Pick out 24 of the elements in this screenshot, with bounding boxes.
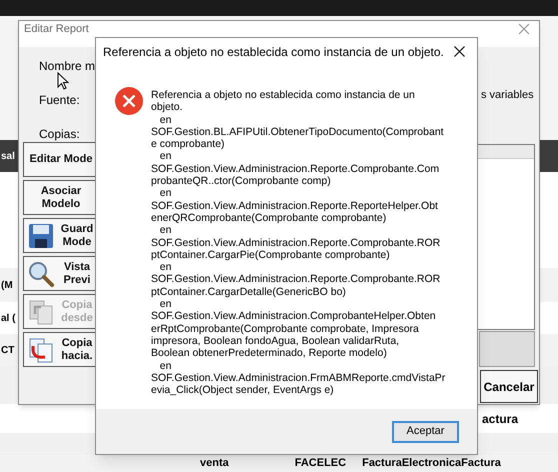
field-label: Copias: [39,126,80,143]
field-label: Nombre m [39,58,96,75]
field-label: s variables [481,88,534,103]
table-cell-text: actura [482,410,518,428]
table-cell-text: FacturaElectronicaFactura [362,456,501,472]
table-cell-text: al ( [1,312,16,326]
copy-pages-icon [27,336,55,364]
cursor-icon [57,72,69,90]
list-footer-panel [479,331,535,367]
table-cell-text: (M [1,278,13,292]
field-label: Fuente: [39,92,80,109]
dialog-title: Referencia a objeto no establecida como instancia de un objeto. [103,44,444,60]
accept-button[interactable]: Aceptar [392,420,459,442]
cancel-button[interactable]: Cancelar [480,370,538,403]
window-title: Editar Report [24,23,89,35]
copy-pages-icon [27,298,55,326]
header-cell-text: sal [1,150,15,164]
table-cell-text: FACELEC [294,456,346,472]
error-icon [115,87,143,115]
magnifier-icon [27,260,55,288]
table-cell-text: venta [200,456,229,472]
table-cell-text: CT [1,344,14,358]
close-icon[interactable] [454,46,465,57]
error-message: Referencia a objeto no establecida como instancia de un objeto. en SOF.Gestion.BL.AFIPUtil.ObtenerTipoDocumento(Comprobant e comprobante) en SOF.Gestion.View.Administracion.Reporte.Comprobante.Com probanteQR..ctor(Comprobante comp) en SOF.Gestion.View.Administracion.Reporte.ReporteHelper.Obt enerQRComprobante(Comprobante comprobante) en SOF.Gestion.View.Administracion.Reporte.Comprobante.ROR ptContainer.CargarPie(Comprobante comprobante) en SOF.Gestion.View.Administracion.Reporte.Comprobante.ROR ptContainer.CargarDetalle(GenericBO bo) en SOF.Gestion.View.Administracion.ComprobanteHelper.Obten erRptComprobante(Comprobante comprobate, Impresora impresora, Boolean fondoAgua, Boolean validarRuta, Boolean obtenerPredeterminado, Reporte modelo) en SOF.Gestion.View.Administracion.FrmABMReporte.cmdVistaPr evia_Click(Object sender, EventArgs e) [151,88,446,398]
